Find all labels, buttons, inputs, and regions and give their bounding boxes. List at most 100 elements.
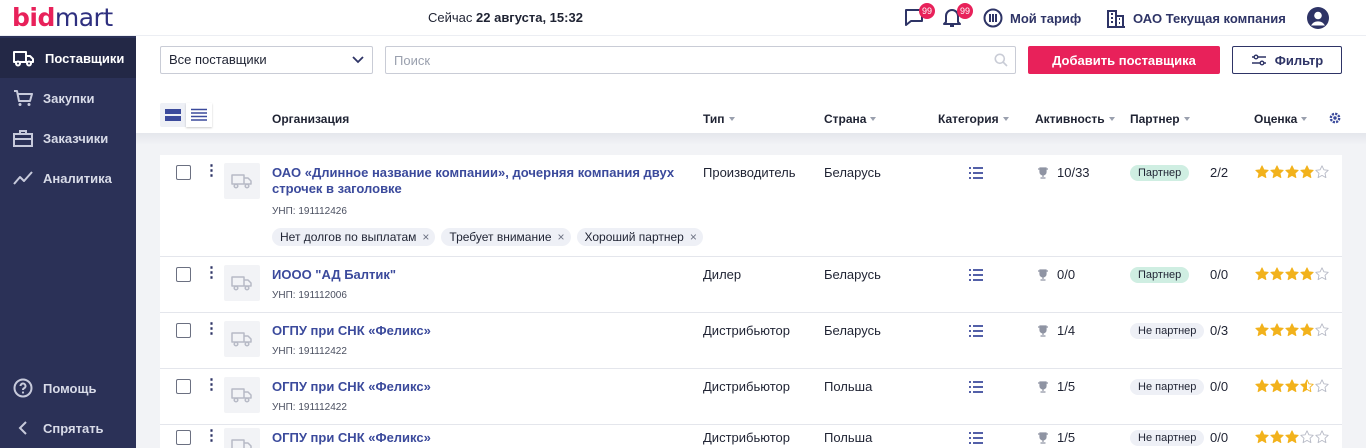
category-list-icon[interactable] <box>969 167 983 179</box>
truck-icon <box>231 388 252 403</box>
tag-label: Нет долгов по выплатам <box>280 230 417 244</box>
activity-value: 1/5 <box>1057 379 1076 394</box>
view-list-button[interactable] <box>186 103 212 127</box>
grid-view-icon <box>165 109 181 121</box>
table-row[interactable]: ⋮ ИООО "АД Балтик" УНП: 191112006 Дилер … <box>160 257 1342 313</box>
column-category[interactable]: Категория <box>938 112 1009 126</box>
star-icon <box>1315 430 1329 444</box>
row-menu-icon[interactable]: ⋮ <box>204 428 219 443</box>
activity-cell: 1/5 <box>1037 430 1075 445</box>
activity-value: 10/33 <box>1057 165 1090 180</box>
messages-button[interactable]: 99 <box>903 3 935 30</box>
country-cell: Польша <box>824 430 873 445</box>
organization-link[interactable]: ОГПУ при СНК «Феликс» <box>272 430 692 446</box>
organization-link[interactable]: ОГПУ при СНК «Феликс» <box>272 379 692 395</box>
category-list-icon[interactable] <box>969 381 983 393</box>
row-checkbox[interactable] <box>176 430 191 445</box>
column-organization[interactable]: Организация <box>272 112 349 126</box>
star-icon <box>1270 267 1284 281</box>
partner-count: 0/0 <box>1210 379 1229 394</box>
close-icon[interactable]: × <box>690 228 697 246</box>
notifications-badge: 99 <box>957 3 973 19</box>
sidebar-item-purchases[interactable]: Закупки <box>0 78 136 118</box>
cart-icon <box>14 90 33 106</box>
tag: Нет долгов по выплатам × <box>272 228 436 246</box>
row-menu-icon[interactable]: ⋮ <box>204 377 219 392</box>
row-checkbox[interactable] <box>176 165 191 180</box>
rating-stars <box>1255 430 1329 444</box>
partner-badge: Партнер <box>1130 267 1190 283</box>
activity-cell: 10/33 <box>1037 165 1090 180</box>
tariff-icon <box>983 8 1003 28</box>
column-type[interactable]: Тип <box>703 112 735 126</box>
filter-icon <box>1251 54 1266 66</box>
star-icon <box>1315 379 1329 393</box>
activity-cell: 0/0 <box>1037 267 1075 282</box>
notifications-button[interactable]: 99 <box>941 3 973 30</box>
row-checkbox[interactable] <box>176 379 191 394</box>
unp-number: УНП: 191112426 <box>272 206 347 217</box>
column-activity[interactable]: Активность <box>1035 112 1115 126</box>
sidebar-item-customers[interactable]: Заказчики <box>0 118 136 158</box>
row-checkbox[interactable] <box>176 267 191 282</box>
organization-link[interactable]: ОАО «Длинное название компании», дочерня… <box>272 165 692 197</box>
truck-icon <box>231 332 252 347</box>
filter-label: Фильтр <box>1274 52 1324 68</box>
star-icon <box>1285 267 1299 281</box>
supplier-filter-select[interactable]: Все поставщики <box>160 46 373 74</box>
hide-label: Спрятать <box>43 420 104 436</box>
category-list-icon[interactable] <box>969 325 983 337</box>
user-avatar[interactable] <box>1307 7 1329 29</box>
column-country[interactable]: Страна <box>824 112 877 126</box>
star-icon <box>1285 430 1299 444</box>
column-partner[interactable]: Партнер <box>1130 112 1190 126</box>
country-cell: Беларусь <box>824 165 881 180</box>
category-list-icon[interactable] <box>969 269 983 281</box>
sidebar-item-suppliers[interactable]: Поставщики <box>0 38 136 78</box>
table-row[interactable]: ⋮ ОГПУ при СНК «Феликс» УНП: 191112422 Д… <box>160 369 1342 425</box>
organization-link[interactable]: ОГПУ при СНК «Феликс» <box>272 323 692 339</box>
logo[interactable]: bidmart <box>12 3 113 32</box>
column-rating[interactable]: Оценка <box>1254 112 1308 126</box>
gear-icon[interactable] <box>1328 111 1342 125</box>
row-checkbox[interactable] <box>176 323 191 338</box>
logo-mart: mart <box>54 3 113 32</box>
filter-button[interactable]: Фильтр <box>1232 46 1342 74</box>
partner-badge: Не партнер <box>1130 430 1205 446</box>
star-icon <box>1300 430 1314 444</box>
table-row[interactable]: ⋮ ОАО «Длинное название компании», дочер… <box>160 155 1342 257</box>
sidebar-item-analytics[interactable]: Аналитика <box>0 158 136 198</box>
star-icon <box>1255 267 1269 281</box>
organization-link[interactable]: ИООО "АД Балтик" <box>272 267 692 283</box>
sort-caret-icon <box>1301 117 1308 121</box>
row-menu-icon[interactable]: ⋮ <box>204 265 219 280</box>
star-icon <box>1255 165 1269 179</box>
briefcase-icon <box>13 130 33 147</box>
company-switcher[interactable]: ОАО Текущая компания <box>1106 8 1286 28</box>
help-link[interactable]: Помощь <box>0 368 136 408</box>
star-icon <box>1300 323 1314 337</box>
view-cards-button[interactable] <box>160 103 186 127</box>
hide-sidebar-button[interactable]: Спрятать <box>0 408 136 448</box>
sort-caret-icon <box>1002 117 1009 121</box>
my-tariff-link[interactable]: Мой тариф <box>983 8 1081 28</box>
category-list-icon[interactable] <box>969 432 983 444</box>
column-label: Оценка <box>1254 112 1298 126</box>
star-icon <box>1315 323 1329 337</box>
sort-caret-icon <box>728 117 735 121</box>
user-icon <box>1307 7 1329 29</box>
table-row[interactable]: ⋮ ОГПУ при СНК «Феликс» УНП: 191112422 Д… <box>160 313 1342 369</box>
add-supplier-button[interactable]: Добавить поставщика <box>1028 46 1220 74</box>
row-menu-icon[interactable]: ⋮ <box>204 321 219 336</box>
row-menu-icon[interactable]: ⋮ <box>204 163 219 178</box>
table-row[interactable]: ⋮ ОГПУ при СНК «Феликс» Дистрибьютор Пол… <box>160 425 1342 448</box>
close-icon[interactable]: × <box>558 228 565 246</box>
close-icon[interactable]: × <box>422 228 429 246</box>
activity-value: 1/5 <box>1057 430 1076 445</box>
chevron-down-icon <box>352 56 364 64</box>
tag: Хороший партнер × <box>576 228 703 246</box>
unp-number: УНП: 191112422 <box>272 402 347 413</box>
sidebar-item-label: Заказчики <box>43 130 109 146</box>
search-input[interactable] <box>385 46 1016 74</box>
star-icon <box>1285 379 1299 393</box>
